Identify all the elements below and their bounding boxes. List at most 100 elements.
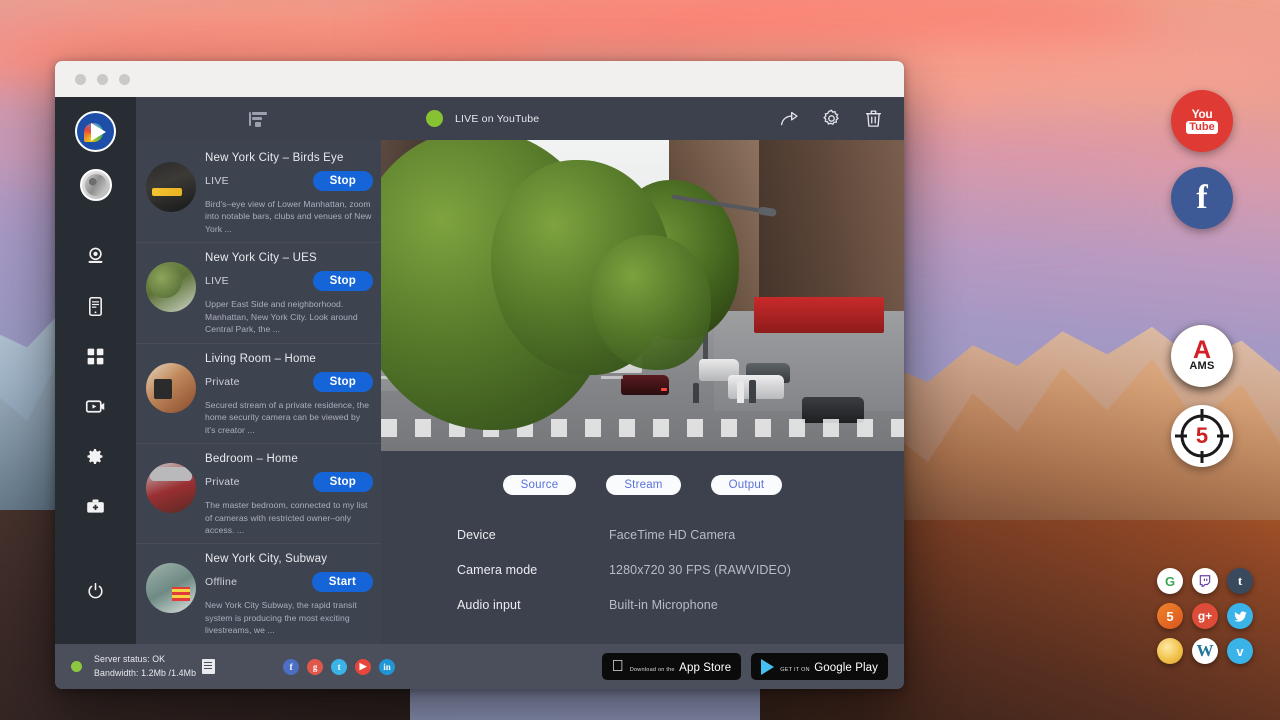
tab-stream[interactable]: Stream	[606, 475, 680, 495]
gear-icon	[85, 446, 106, 467]
camera-status-row: LIVE Stop	[205, 271, 373, 291]
dock-mini-wordpress-icon[interactable]: W	[1192, 638, 1218, 664]
tab-output[interactable]: Output	[711, 475, 783, 495]
detail-label: Audio input	[457, 598, 609, 612]
webcam-icon	[85, 246, 106, 267]
camera-description: Bird's–eye view of Lower Manhattan, zoom…	[205, 198, 373, 235]
dock-mini-glow-icon[interactable]	[1157, 638, 1183, 664]
list-item[interactable]: New York City – UES LIVE Stop Upper East…	[136, 243, 381, 343]
sidebar-item-video[interactable]	[76, 381, 116, 431]
camera-list[interactable]: New York City – Birds Eye LIVE Stop Bird…	[136, 140, 381, 644]
dock-youtube-icon[interactable]: You Tube	[1171, 90, 1233, 152]
detail-label: Camera mode	[457, 563, 609, 577]
camera-title: New York City – Birds Eye	[205, 152, 373, 164]
twitch-glyph-icon	[1198, 574, 1212, 588]
share-icon[interactable]	[779, 108, 800, 129]
mobile-device-icon	[85, 296, 106, 317]
youtube-icon[interactable]: ▶	[355, 659, 371, 675]
preview-pedestrian	[737, 381, 744, 403]
dock-mini-tumblr-icon[interactable]: t	[1227, 568, 1253, 594]
trash-icon[interactable]	[863, 108, 884, 129]
camera-thumbnail	[146, 363, 196, 413]
filter-sort-icon[interactable]	[249, 111, 269, 127]
camera-info: Living Room – Home Private Stop Secured …	[205, 351, 373, 436]
log-document-icon[interactable]	[202, 659, 215, 674]
preview-red-awning	[754, 297, 884, 333]
list-item[interactable]: Living Room – Home Private Stop Secured …	[136, 344, 381, 444]
first-aid-kit-icon	[85, 496, 106, 517]
linkedin-icon[interactable]: in	[379, 659, 395, 675]
dock-adobe-ams-icon[interactable]: AAMS	[1171, 325, 1233, 387]
camera-status-row: Private Stop	[205, 472, 373, 492]
window-body: New York City – Birds Eye LIVE Stop Bird…	[55, 97, 904, 644]
twitter-bird-icon	[1233, 609, 1248, 624]
camera-thumbnail	[146, 563, 196, 613]
video-preview[interactable]	[381, 140, 904, 451]
dock-mini-g-icon[interactable]: G	[1157, 568, 1183, 594]
dock-mini-vimeo-icon[interactable]: v	[1227, 638, 1253, 664]
details-panel: Device FaceTime HD Camera Camera mode 12…	[381, 495, 904, 633]
app-store-sub: Download on the	[630, 667, 675, 673]
detail-label: Device	[457, 528, 609, 542]
detail-row: Audio input Built-in Microphone	[457, 598, 904, 612]
sidebar-item-power[interactable]	[76, 566, 116, 616]
close-button[interactable]	[75, 74, 86, 85]
minimize-button[interactable]	[97, 74, 108, 85]
camera-status: Private	[205, 476, 240, 488]
camera-thumbnail	[146, 162, 196, 212]
app-logo-icon[interactable]	[75, 111, 116, 152]
twitter-icon[interactable]: t	[331, 659, 347, 675]
camera-action-button[interactable]: Stop	[313, 271, 373, 291]
dock-mini-twitter-icon[interactable]	[1227, 603, 1253, 629]
facebook-icon[interactable]: f	[283, 659, 299, 675]
server-status-text: Server status: OK	[94, 653, 196, 666]
dock-five-icon[interactable]: 5	[1171, 405, 1233, 467]
app-store-badge[interactable]:  Download on the App Store	[602, 653, 741, 680]
sidebar-item-cameras[interactable]	[76, 231, 116, 281]
sidebar-item-devices[interactable]	[76, 281, 116, 331]
left-sidebar	[55, 97, 136, 644]
camera-list-panel: New York City – Birds Eye LIVE Stop Bird…	[136, 97, 381, 644]
dock-mini-gplus-icon[interactable]: g+	[1192, 603, 1218, 629]
zoom-button[interactable]	[119, 74, 130, 85]
tab-source[interactable]: Source	[503, 475, 577, 495]
logo-play-triangle	[91, 123, 106, 141]
camera-action-button[interactable]: Stop	[313, 372, 373, 392]
window-titlebar	[55, 61, 904, 97]
camera-action-button[interactable]: Stop	[313, 171, 373, 191]
google-play-badge[interactable]: GET IT ON Google Play	[751, 653, 888, 680]
camera-title: Bedroom – Home	[205, 453, 373, 465]
camera-title: New York City – UES	[205, 252, 373, 264]
google-play-text: GET IT ON Google Play	[780, 658, 878, 676]
list-item[interactable]: New York City, Subway Offline Start New …	[136, 544, 381, 644]
preview-tabs: Source Stream Output	[381, 451, 904, 495]
status-bar: Server status: OK Bandwidth: 1.2Mb /1.4M…	[55, 644, 904, 689]
adobe-ams-label: AMS	[1189, 360, 1214, 372]
gear-icon[interactable]	[821, 108, 842, 129]
sidebar-item-support[interactable]	[76, 481, 116, 531]
dock-mini-five-icon[interactable]: 5	[1157, 603, 1183, 629]
camera-action-button[interactable]: Stop	[313, 472, 373, 492]
camera-description: Secured stream of a private residence, t…	[205, 399, 373, 436]
detail-row: Device FaceTime HD Camera	[457, 528, 904, 542]
sidebar-item-settings[interactable]	[76, 431, 116, 481]
camera-thumbnail	[146, 463, 196, 513]
dock-facebook-icon[interactable]: f	[1171, 167, 1233, 229]
youtube-tube-text: Tube	[1186, 121, 1217, 134]
list-item[interactable]: Bedroom – Home Private Stop The master b…	[136, 444, 381, 544]
detail-value: Built-in Microphone	[609, 598, 718, 612]
camera-status-row: Offline Start	[205, 572, 373, 592]
desktop: New York City – Birds Eye LIVE Stop Bird…	[0, 0, 1280, 720]
sky-cloud	[380, 0, 1160, 62]
camera-info: New York City – Birds Eye LIVE Stop Bird…	[205, 150, 373, 235]
dock-mini-twitch-icon[interactable]	[1192, 568, 1218, 594]
camera-title: Living Room – Home	[205, 353, 373, 365]
social-links: f g t ▶ in	[283, 659, 395, 675]
preview-pedestrian	[749, 380, 756, 403]
camera-action-button[interactable]: Start	[312, 572, 373, 592]
live-indicator-dot	[426, 110, 443, 127]
list-item[interactable]: New York City – Birds Eye LIVE Stop Bird…	[136, 143, 381, 243]
sidebar-item-apps[interactable]	[76, 331, 116, 381]
user-avatar[interactable]	[80, 169, 112, 201]
google-plus-icon[interactable]: g	[307, 659, 323, 675]
